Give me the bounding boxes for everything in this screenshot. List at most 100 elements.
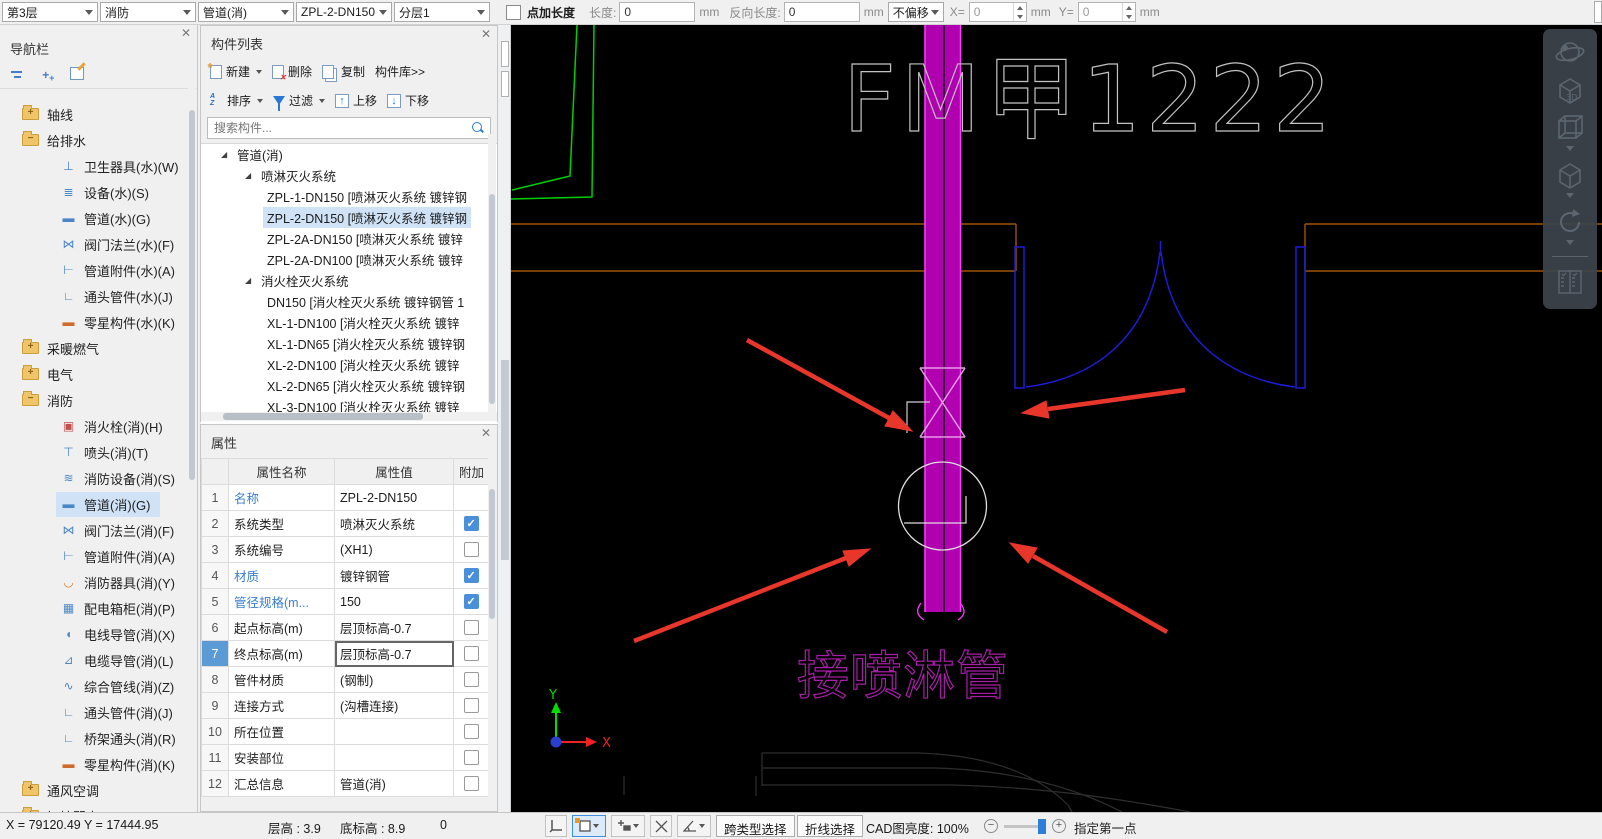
component-item-row[interactable]: ZPL-1-DN150 [喷淋灭火系统 镀锌钢 (201, 186, 497, 207)
cross-type-select-button[interactable]: 跨类型选择 (716, 815, 795, 837)
wireframe-view-button[interactable] (1550, 111, 1590, 154)
checked-checkbox[interactable] (464, 594, 479, 609)
sidebar-item[interactable]: ▦配电箱柜(消)(P) (0, 595, 197, 621)
sidebar-folder-item[interactable]: +智控弱电 (0, 803, 197, 812)
cad-canvas[interactable]: FM甲1222 接喷淋管 Y (500, 25, 1602, 812)
component-item-row[interactable]: XL-2-DN65 [消火栓灭火系统 镀锌钢 (201, 375, 497, 396)
component-group-row[interactable]: ◢管道(消) (201, 144, 497, 165)
checked-checkbox[interactable] (464, 568, 479, 583)
unchecked-checkbox[interactable] (464, 750, 479, 765)
y-offset-stepper[interactable]: 0 (1078, 2, 1136, 22)
sidebar-folder-item[interactable]: +采暖燃气 (0, 335, 197, 361)
property-value[interactable]: (钢制) (335, 667, 454, 693)
property-value[interactable]: ZPL-2-DN150 (335, 485, 454, 511)
component-item-row[interactable]: XL-1-DN65 [消火栓灭火系统 镀锌钢 (201, 333, 497, 354)
unchecked-checkbox[interactable] (464, 776, 479, 791)
component-item-row[interactable]: ZPL-2A-DN100 [喷淋灭火系统 镀锌 (201, 249, 497, 270)
component-select[interactable]: ZPL-2-DN150 (296, 2, 392, 22)
tree-expand-icon[interactable]: ◢ (221, 150, 233, 159)
filter-button[interactable]: 过滤 (270, 90, 328, 111)
component-item-row[interactable]: ZPL-2-DN150 [喷淋灭火系统 镀锌钢 (201, 207, 497, 228)
unchecked-checkbox[interactable] (464, 698, 479, 713)
sidebar-item[interactable]: ∟桥架通头(消)(R) (0, 725, 197, 751)
property-row[interactable]: 3系统编号(XH1) (202, 537, 490, 563)
sidebar-item[interactable]: ▬管道(水)(G) (0, 205, 197, 231)
component-item-row[interactable]: XL-1-DN100 [消火栓灭火系统 镀锌 (201, 312, 497, 333)
sidebar-item[interactable]: ▬零星构件(消)(K) (0, 751, 197, 777)
expand-all-icon[interactable]: ++ (40, 66, 58, 82)
view-3d-button[interactable]: 3D (1550, 73, 1590, 107)
component-list-hscrollbar[interactable] (201, 412, 497, 421)
search-icon[interactable] (472, 122, 484, 134)
sidebar-item[interactable]: ≋消防设备(消)(S) (0, 465, 197, 491)
cross-snap-button[interactable] (650, 815, 672, 837)
move-up-button[interactable]: ↑上移 (332, 90, 380, 111)
unchecked-checkbox[interactable] (464, 672, 479, 687)
tree-expand-icon[interactable]: ◢ (245, 276, 257, 285)
component-item-row[interactable]: DN150 [消火栓灭火系统 镀锌钢管 1 (201, 291, 497, 312)
slider-thumb[interactable] (1038, 819, 1046, 834)
property-row[interactable]: 10所在位置 (202, 719, 490, 745)
property-row[interactable]: 1名称ZPL-2-DN150 (202, 485, 490, 511)
checked-checkbox[interactable] (464, 516, 479, 531)
property-value[interactable]: 层顶标高-0.7 (335, 615, 454, 641)
solid-view-button[interactable] (1550, 158, 1590, 201)
dynamic-orbit-button[interactable] (1550, 37, 1590, 69)
brightness-increase-button[interactable]: + (1052, 819, 1066, 833)
collapse-all-icon[interactable] (10, 66, 28, 82)
specialty-select[interactable]: 消防 (100, 2, 196, 22)
chevron-down-icon[interactable] (593, 824, 599, 828)
display-settings-button[interactable] (1550, 265, 1590, 299)
sidebar-item[interactable]: ⊤喷头(消)(T) (0, 439, 197, 465)
angle-snap-button[interactable] (677, 815, 711, 837)
offset-select[interactable]: 不偏移 (888, 2, 944, 22)
unchecked-checkbox[interactable] (464, 724, 479, 739)
sidebar-folder-item[interactable]: −给排水 (0, 127, 197, 153)
tree-expand-icon[interactable]: ◢ (245, 171, 257, 180)
sidebar-item[interactable]: ⋈阀门法兰(水)(F) (0, 231, 197, 257)
new-button[interactable]: 新建 (207, 61, 265, 82)
sidebar-folder-item[interactable]: +电气 (0, 361, 197, 387)
close-icon[interactable]: ✕ (181, 28, 191, 38)
ortho-mode-button[interactable] (545, 815, 567, 837)
sidebar-item[interactable]: ∿综合管线(消)(Z) (0, 673, 197, 699)
strip-scroll-thumb[interactable] (501, 360, 509, 560)
component-group-row[interactable]: ◢消火栓灭火系统 (201, 270, 497, 291)
sidebar-item[interactable]: ∟通头管件(水)(J) (0, 283, 197, 309)
property-value[interactable] (335, 745, 454, 771)
edit-navigator-icon[interactable] (70, 66, 88, 82)
sidebar-item[interactable]: ⊿电缆导管(消)(L) (0, 647, 197, 673)
spin-up-icon[interactable] (1014, 3, 1026, 12)
component-group-row[interactable]: ◢喷淋灭火系统 (201, 165, 497, 186)
property-value[interactable]: 管道(消) (335, 771, 454, 797)
component-type-select[interactable]: 管道(消) (198, 2, 294, 22)
component-item-row[interactable]: XL-2-DN100 [消火栓灭火系统 镀锌 (201, 354, 497, 375)
sidebar-folder-item[interactable]: −消防 (0, 387, 197, 413)
search-input[interactable] (208, 121, 472, 135)
brightness-slider[interactable] (1004, 825, 1046, 828)
sidebar-folder-item[interactable]: +通风空调 (0, 777, 197, 803)
strip-button[interactable] (501, 41, 509, 67)
spin-down-icon[interactable] (1014, 12, 1026, 21)
point-add-length-checkbox[interactable] (506, 5, 521, 20)
property-value[interactable]: 镀锌钢管 (335, 563, 454, 589)
layer-select[interactable]: 分层1 (394, 2, 490, 22)
sidebar-item[interactable]: ⊢管道附件(水)(A) (0, 257, 197, 283)
select-mode-button[interactable] (572, 815, 606, 837)
length-input[interactable] (619, 2, 695, 22)
property-row[interactable]: 2系统类型喷淋灭火系统 (202, 511, 490, 537)
sidebar-item[interactable]: ∟通头管件(消)(J) (0, 699, 197, 725)
property-row[interactable]: 4材质镀锌钢管 (202, 563, 490, 589)
unchecked-checkbox[interactable] (464, 646, 479, 661)
sidebar-item[interactable]: ◡消防器具(消)(Y) (0, 569, 197, 595)
unchecked-checkbox[interactable] (464, 542, 479, 557)
rotate-view-button[interactable] (1550, 205, 1590, 248)
sort-button[interactable]: 排序 (207, 90, 266, 111)
snap-point-button[interactable] (611, 815, 645, 837)
component-list-scrollbar[interactable] (488, 134, 496, 412)
chevron-down-icon[interactable] (1566, 146, 1574, 151)
property-row[interactable]: 7终点标高(m)层顶标高-0.7 (202, 641, 490, 667)
navigator-scrollbar[interactable] (188, 85, 196, 812)
properties-scrollbar[interactable] (488, 449, 496, 811)
move-down-button[interactable]: ↓下移 (384, 90, 432, 111)
